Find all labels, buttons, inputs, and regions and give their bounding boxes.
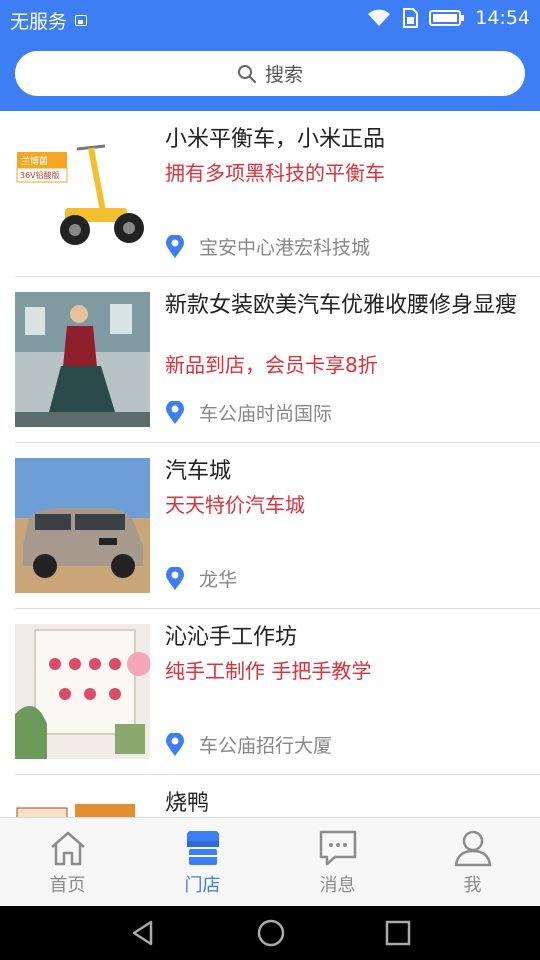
location-pin-icon xyxy=(166,566,184,590)
location-pin-icon xyxy=(166,400,184,424)
store-location: 车公庙时尚国际 xyxy=(165,399,332,426)
list-item[interactable]: 汽车城 天天特价汽车城 龙华 xyxy=(0,443,540,609)
store-list[interactable]: 兰博菌 36V铅酸版 小米平衡车，小米正品 拥有多项黑科技的平衡车 宝安中心港宏… xyxy=(0,111,540,817)
top-bar: 无服务 14:54 搜索 xyxy=(0,0,540,111)
store-location: 宝安中心港宏科技城 xyxy=(165,233,370,260)
sim-icon xyxy=(403,8,419,28)
image-notification-icon xyxy=(75,15,88,26)
wifi-icon xyxy=(368,9,391,26)
roast-duck-image xyxy=(15,790,150,817)
store-title: 小米平衡车，小米正品 xyxy=(165,127,386,152)
system-navigation-bar xyxy=(0,906,540,960)
recent-apps-icon[interactable] xyxy=(385,920,411,946)
suv-car-image xyxy=(15,458,150,593)
message-icon xyxy=(319,830,356,866)
brand-badge-text: 兰博菌 xyxy=(21,157,49,167)
list-item[interactable]: 沁沁手工作坊 纯手工制作 手把手教学 车公庙招行大厦 xyxy=(0,609,540,775)
handicraft-embroidery-image xyxy=(15,624,150,759)
clock-text: 14:54 xyxy=(475,7,530,29)
store-subtitle: 纯手工制作 手把手教学 xyxy=(165,659,372,683)
store-subtitle: 拥有多项黑科技的平衡车 xyxy=(165,161,385,185)
search-bar[interactable]: 搜索 xyxy=(15,51,525,96)
fashion-dress-image xyxy=(15,292,150,427)
store-title: 烧鸭 xyxy=(165,791,210,816)
tab-me[interactable]: 我 xyxy=(405,818,540,906)
store-title: 汽车城 xyxy=(165,459,232,484)
carrier-text: 无服务 xyxy=(10,11,68,33)
tab-store-label: 门店 xyxy=(184,875,221,896)
search-label: 搜索 xyxy=(264,64,303,86)
list-item[interactable]: 烧鸭 xyxy=(0,775,540,817)
location-text: 车公庙时尚国际 xyxy=(199,403,333,425)
tab-store[interactable]: 门店 xyxy=(135,818,270,906)
store-location: 龙华 xyxy=(165,565,237,592)
location-text: 车公庙招行大厦 xyxy=(199,735,333,757)
balance-scooter-image: 兰博菌 36V铅酸版 xyxy=(15,126,150,261)
home-icon xyxy=(50,831,85,866)
search-icon xyxy=(237,64,257,83)
list-item[interactable]: 兰博菌 36V铅酸版 小米平衡车，小米正品 拥有多项黑科技的平衡车 宝安中心港宏… xyxy=(0,111,540,277)
store-location: 车公庙招行大厦 xyxy=(165,731,332,758)
store-title: 沁沁手工作坊 xyxy=(165,625,298,650)
status-bar: 无服务 14:54 xyxy=(0,0,540,38)
store-title: 新款女装欧美汽车优雅收腰修身显瘦 xyxy=(165,293,518,318)
tab-message[interactable]: 消息 xyxy=(270,818,405,906)
tab-home[interactable]: 首页 xyxy=(0,818,135,906)
location-pin-icon xyxy=(166,234,184,258)
list-item[interactable]: 新款女装欧美汽车优雅收腰修身显瘦 新品到店，会员卡享8折 车公庙时尚国际 xyxy=(0,277,540,443)
user-icon xyxy=(454,830,491,867)
bottom-tab-bar: 首页 门店 消息 我 xyxy=(0,817,540,906)
tab-home-label: 首页 xyxy=(49,875,86,896)
store-subtitle: 天天特价汽车城 xyxy=(165,493,305,517)
store-icon xyxy=(186,831,219,865)
battery-icon xyxy=(429,10,465,26)
location-text: 宝安中心港宏科技城 xyxy=(199,237,371,259)
battery-badge-text: 36V铅酸版 xyxy=(20,171,60,180)
location-text: 龙华 xyxy=(199,569,238,591)
store-subtitle: 新品到店，会员卡享8折 xyxy=(165,353,378,377)
tab-me-label: 我 xyxy=(463,875,482,896)
home-button-icon[interactable] xyxy=(256,918,286,948)
location-pin-icon xyxy=(166,732,184,756)
back-icon[interactable] xyxy=(129,919,157,947)
tab-message-label: 消息 xyxy=(319,875,356,896)
